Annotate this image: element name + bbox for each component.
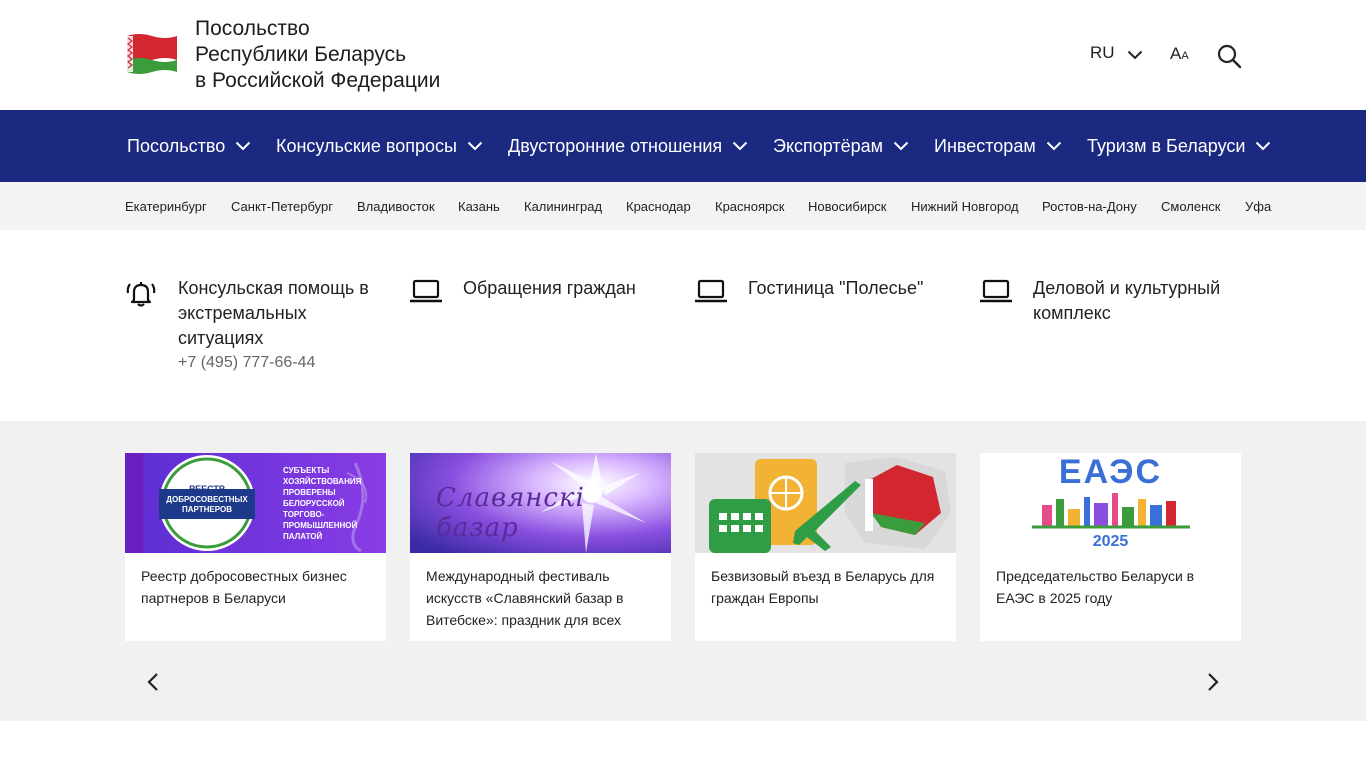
nav-item-label: Консульские вопросы — [276, 135, 457, 156]
chevron-down-icon — [1256, 141, 1271, 151]
city-link-novosibirsk[interactable]: Новосибирск — [808, 182, 887, 230]
promo-card[interactable]: Славянскі базар Международный фестиваль … — [410, 453, 671, 641]
quick-link-hotel-polesie[interactable]: Гостиница "Полесье" — [695, 276, 955, 316]
quick-link-title: Деловой и культурный комплекс — [1033, 278, 1221, 323]
promo-card[interactable]: РЕЕСТР ДОБРОСОВЕСТНЫХ ПАРТНЕРОВ СУБЪЕКТЫ… — [125, 453, 386, 641]
main-navigation: Посольство Консульские вопросы Двусторон… — [0, 110, 1366, 182]
nav-item-label: Двусторонние отношения — [508, 135, 723, 156]
registry-caption-line: ТОРГОВО- — [283, 510, 325, 519]
city-link-saint-petersburg[interactable]: Санкт-Петербург — [231, 182, 333, 230]
card-title: Международный фестиваль искусств «Славян… — [426, 568, 624, 628]
nav-item-label: Туризм в Беларуси — [1087, 135, 1246, 156]
chevron-down-icon — [467, 141, 483, 151]
nav-item-exporters[interactable]: Экспортёрам — [773, 110, 909, 182]
laptop-icon — [980, 279, 1012, 303]
city-link-rostov[interactable]: Ростов-на-Дону — [1042, 182, 1137, 230]
promo-card[interactable]: ЕАЭС 2025 Председательство Беларуси в ЕА… — [980, 453, 1241, 641]
nav-item-bilateral[interactable]: Двусторонние отношения — [508, 110, 748, 182]
card-image-registry: РЕЕСТР ДОБРОСОВЕСТНЫХ ПАРТНЕРОВ СУБЪЕКТЫ… — [125, 453, 386, 553]
promo-cards-section: РЕЕСТР ДОБРОСОВЕСТНЫХ ПАРТНЕРОВ СУБЪЕКТЫ… — [0, 421, 1366, 721]
quick-link-business-cultural-complex[interactable]: Деловой и культурный комплекс — [980, 276, 1240, 336]
registry-badge-line: ПАРТНЕРОВ — [182, 505, 232, 514]
site-header: Посольство Республики Беларусь в Российс… — [0, 0, 1366, 110]
font-size-big-letter: A — [1170, 44, 1182, 63]
chevron-down-icon — [1046, 141, 1061, 151]
laptop-icon — [410, 279, 442, 303]
laptop-icon — [695, 279, 727, 303]
registry-image-caption: СУБЪЕКТЫ ХОЗЯЙСТВОВАНИЯ ПРОВЕРЕНЫ БЕЛОРУ… — [283, 465, 361, 542]
city-link-smolensk[interactable]: Смоленск — [1161, 182, 1220, 230]
font-size-small-letter: A — [1181, 50, 1189, 62]
registry-caption-line: ПРОВЕРЕНЫ — [283, 488, 336, 497]
slavic-bazaar-logo-text: Славянскі базар — [436, 483, 585, 543]
city-link-vladivostok[interactable]: Владивосток — [357, 182, 435, 230]
belarus-flag-logo[interactable] — [125, 32, 179, 76]
quick-link-title: Гостиница "Полесье" — [748, 278, 924, 298]
chevron-down-icon — [732, 141, 748, 151]
city-link-ekaterinburg[interactable]: Екатеринбург — [125, 182, 207, 230]
nav-item-consular[interactable]: Консульские вопросы — [276, 110, 483, 182]
city-link-ufa[interactable]: Уфа — [1245, 182, 1271, 230]
registry-caption-line: СУБЪЕКТЫ — [283, 466, 330, 475]
font-size-button[interactable]: AA — [1170, 44, 1189, 64]
card-image-eaeu-2025: ЕАЭС 2025 — [980, 453, 1241, 553]
registry-badge-line: ДОБРОСОВЕСТНЫХ — [166, 495, 248, 504]
promo-card[interactable]: Безвизовый въезд в Беларусь для граждан … — [695, 453, 956, 641]
chevron-left-icon[interactable] — [143, 671, 163, 693]
nav-item-embassy[interactable]: Посольство — [127, 110, 251, 182]
card-title: Председательство Беларуси в ЕАЭС в 2025 … — [996, 568, 1195, 606]
chevron-down-icon — [1127, 50, 1142, 59]
site-title[interactable]: Посольство Республики Беларусь в Российс… — [195, 16, 440, 94]
nav-item-tourism[interactable]: Туризм в Беларуси — [1087, 110, 1271, 182]
site-title-line-3: в Российской Федерации — [195, 69, 441, 92]
registry-badge-line: РЕЕСТР — [189, 484, 225, 494]
card-title: Реестр добросовестных бизнес партнеров в… — [141, 568, 347, 606]
quick-link-consular-help[interactable]: Консульская помощь в экстремальных ситуа… — [125, 276, 385, 386]
eaeu-year-text: 2025 — [1092, 533, 1129, 550]
city-link-kazan[interactable]: Казань — [458, 182, 500, 230]
registry-badge-text: РЕЕСТР ДОБРОСОВЕСТНЫХ ПАРТНЕРОВ — [159, 484, 255, 515]
quick-link-citizen-appeals[interactable]: Обращения граждан — [410, 276, 670, 316]
card-image-visa-free — [695, 453, 956, 553]
bell-icon — [126, 282, 156, 307]
site-title-line-2: Республики Беларусь — [195, 43, 407, 66]
city-link-krasnodar[interactable]: Краснодар — [626, 182, 691, 230]
registry-caption-line: БЕЛОРУССКОЙ — [283, 499, 345, 508]
registry-caption-line: ХОЗЯЙСТВОВАНИЯ — [283, 477, 362, 486]
registry-caption-line: ПРОМЫШЛЕННОЙ — [283, 521, 358, 530]
chevron-right-icon[interactable] — [1203, 671, 1223, 693]
chevron-down-icon — [893, 141, 909, 151]
nav-item-label: Экспортёрам — [773, 135, 884, 156]
language-selector[interactable]: RU — [1090, 43, 1143, 63]
quick-link-title: Обращения граждан — [463, 278, 636, 298]
nav-item-label: Посольство — [127, 135, 226, 156]
site-title-line-1: Посольство — [195, 17, 310, 40]
consulates-bar: Екатеринбург Санкт-Петербург Владивосток… — [0, 182, 1366, 230]
card-title: Безвизовый въезд в Беларусь для граждан … — [711, 568, 935, 606]
quick-links: Консульская помощь в экстремальных ситуа… — [0, 230, 1366, 421]
registry-caption-line: ПАЛАТОЙ — [283, 532, 323, 541]
chevron-down-icon — [236, 141, 251, 151]
nav-item-investors[interactable]: Инвесторам — [934, 110, 1062, 182]
card-image-slavic-bazaar: Славянскі базар — [410, 453, 671, 553]
language-label: RU — [1090, 43, 1115, 62]
search-icon[interactable] — [1216, 43, 1242, 69]
quick-link-title: Консульская помощь в экстремальных ситуа… — [178, 278, 369, 348]
nav-item-label: Инвесторам — [934, 135, 1036, 156]
city-link-krasnoyarsk[interactable]: Красноярск — [715, 182, 784, 230]
hotline-phone[interactable]: +7 (495) 777-66-44 — [178, 354, 315, 372]
city-link-nizhny-novgorod[interactable]: Нижний Новгород — [911, 182, 1019, 230]
city-link-kaliningrad[interactable]: Калининград — [524, 182, 602, 230]
